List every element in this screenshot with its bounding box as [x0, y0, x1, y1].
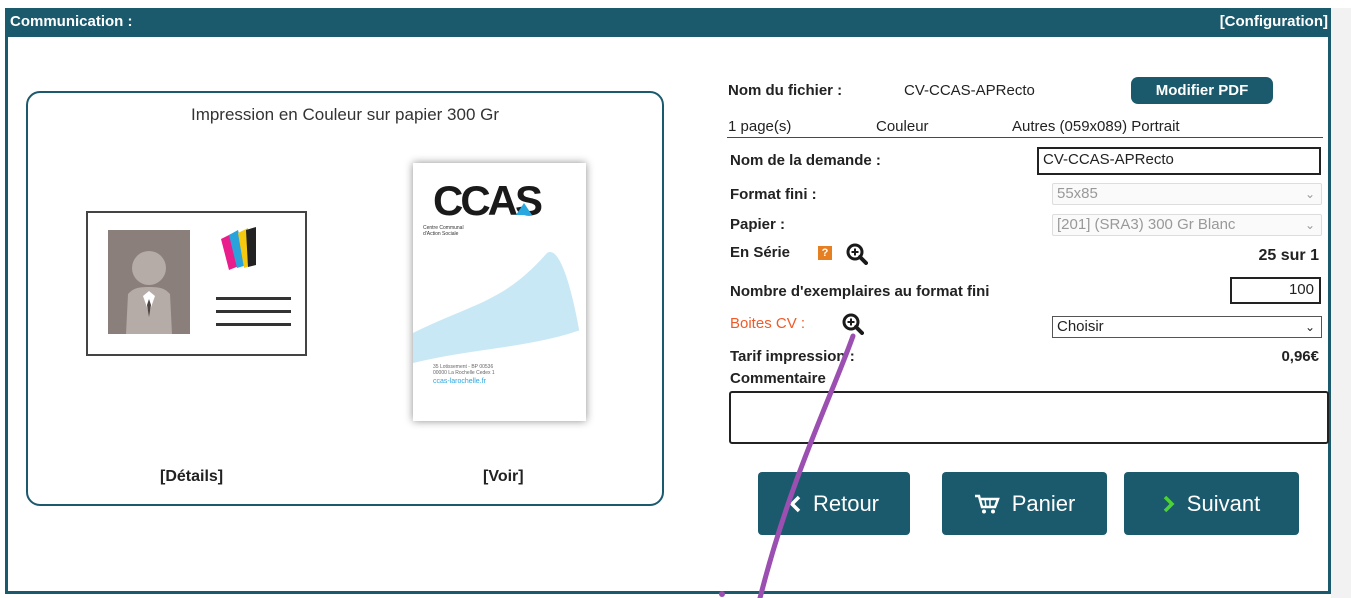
series-label: En Série [730, 244, 791, 261]
divider [727, 137, 1323, 138]
page-scroll-area [1331, 8, 1351, 598]
file-name-value: CV-CCAS-APRecto [904, 82, 1035, 99]
preview-address-line2: 00000 La Rochelle Cedex 1 [433, 370, 495, 376]
request-name-label: Nom de la demande : [730, 152, 881, 169]
preview-website: ccas-larochelle.fr [433, 378, 487, 385]
zoom-in-icon[interactable] [842, 313, 864, 335]
paper-select-value: [201] (SRA3) 300 Gr Blanc [1057, 216, 1236, 233]
copies-input[interactable]: 100 [1230, 277, 1321, 304]
cv-boxes-label: Boites CV : [730, 315, 806, 332]
back-button[interactable]: Retour [758, 472, 910, 535]
color-mode: Couleur [876, 118, 929, 135]
cart-button-label: Panier [1011, 490, 1076, 516]
price-value: 0,96€ [1281, 348, 1319, 365]
request-name-input[interactable]: CV-CCAS-APRecto [1037, 147, 1321, 175]
preview-org-line2: d'Action Sociale [423, 231, 459, 237]
modify-pdf-button[interactable]: Modifier PDF [1131, 77, 1273, 104]
chevron-right-icon [1163, 495, 1175, 513]
format-select[interactable]: 55x85 ⌄ [1052, 183, 1322, 205]
chevron-left-icon [789, 495, 801, 513]
comment-label: Commentaire [730, 370, 826, 387]
cv-boxes-select-value: Choisir [1057, 318, 1104, 335]
file-name-label: Nom du fichier : [728, 82, 843, 99]
format-label: Format fini : [730, 186, 817, 203]
product-card: Impression en Couleur sur papier 300 Gr … [26, 91, 664, 506]
paper-label: Papier : [730, 216, 786, 233]
next-button-label: Suivant [1186, 490, 1261, 516]
id-card-icon [108, 227, 291, 334]
back-button-label: Retour [812, 490, 880, 516]
zoom-in-icon[interactable] [846, 243, 868, 265]
next-button[interactable]: Suivant [1124, 472, 1299, 535]
cv-boxes-select[interactable]: Choisir ⌄ [1052, 316, 1322, 338]
cart-button[interactable]: Panier [942, 472, 1107, 535]
product-title: Impression en Couleur sur papier 300 Gr [190, 105, 500, 124]
details-link[interactable]: [Détails] [160, 468, 223, 486]
preview-logo: CCAS [433, 177, 542, 224]
comment-textarea[interactable] [729, 391, 1329, 444]
help-icon[interactable]: ? [818, 246, 832, 260]
pdf-preview: CCAS Centre Communal d'Action Sociale 35… [413, 163, 586, 421]
document-size: Autres (059x089) Portrait [1012, 118, 1180, 135]
chevron-down-icon: ⌄ [1304, 187, 1315, 201]
id-card-illustration [86, 211, 307, 356]
page-count: 1 page(s) [728, 118, 792, 135]
cart-icon [974, 493, 1000, 515]
format-select-value: 55x85 [1057, 185, 1098, 202]
paper-select[interactable]: [201] (SRA3) 300 Gr Blanc ⌄ [1052, 214, 1322, 236]
chevron-down-icon: ⌄ [1304, 320, 1315, 334]
price-label: Tarif impression : [730, 348, 855, 365]
view-link[interactable]: [Voir] [483, 468, 524, 486]
document-artwork: CCAS Centre Communal d'Action Sociale 35… [413, 177, 586, 421]
copies-label: Nombre d'exemplaires au format fini [730, 283, 990, 300]
chevron-down-icon: ⌄ [1304, 218, 1315, 232]
series-value: 25 sur 1 [1258, 247, 1319, 264]
